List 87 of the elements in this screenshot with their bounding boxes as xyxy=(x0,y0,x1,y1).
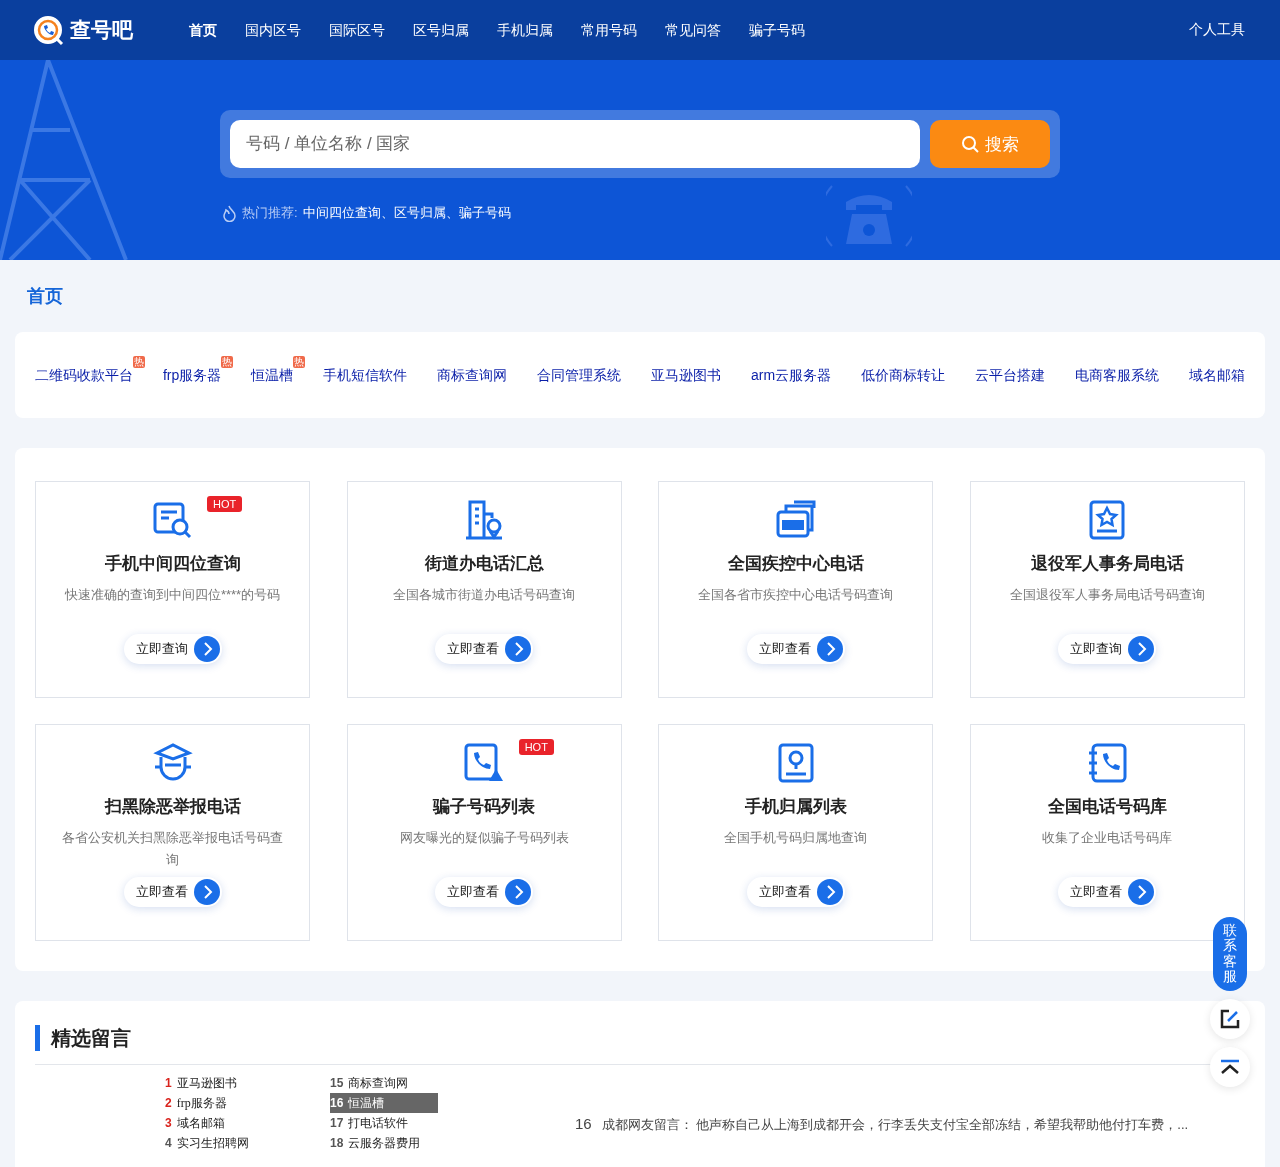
chevron-right-icon xyxy=(505,879,532,905)
service-description: 各省公安机关扫黑除恶举报电话号码查询 xyxy=(61,829,284,869)
ranking-item[interactable]: 16 恒温槽 xyxy=(330,1093,438,1113)
service-title: 退役军人事务局电话 xyxy=(1030,553,1184,575)
partner-link[interactable]: 电商客服系统 xyxy=(1075,366,1159,383)
view-button[interactable]: 立即查看 xyxy=(123,877,222,907)
rank-number: 4 xyxy=(165,1136,172,1150)
ranking-item[interactable]: 3 域名邮箱 xyxy=(165,1113,273,1133)
service-description: 全国各城市街道办电话号码查询 xyxy=(393,586,576,604)
hot-links[interactable]: 中间四位查询、区号归属、骗子号码 xyxy=(302,204,511,222)
chevron-right-icon xyxy=(193,879,220,905)
ranking-item[interactable]: 2 frp服务器 xyxy=(165,1093,273,1113)
ranking-item[interactable]: 17 打电话软件 xyxy=(330,1113,438,1133)
flame-icon xyxy=(222,204,237,222)
rank-number: 15 xyxy=(330,1076,344,1090)
ranking-item[interactable]: 18 云服务器费用 xyxy=(330,1133,438,1153)
site-logo-text[interactable]: 查号吧 xyxy=(70,16,133,44)
rank-number: 3 xyxy=(165,1116,172,1130)
rank-number: 17 xyxy=(330,1116,344,1130)
partner-link[interactable]: frp服务器 xyxy=(162,366,222,383)
view-button[interactable]: 立即查看 xyxy=(746,877,845,907)
nav-link[interactable]: 手机归属 xyxy=(483,0,567,60)
nav-link[interactable]: 国际区号 xyxy=(315,0,399,60)
message-number: 16 xyxy=(575,1114,592,1132)
service-description: 快速准确的查询到中间四位****的号码 xyxy=(64,586,281,604)
rank-number: 2 xyxy=(165,1096,172,1110)
chevron-right-icon xyxy=(1128,636,1155,662)
chevron-right-icon xyxy=(1128,879,1155,905)
service-title: 全国电话号码库 xyxy=(1047,796,1167,818)
view-button[interactable]: 立即查询 xyxy=(1058,634,1157,664)
chevron-right-icon xyxy=(816,879,843,905)
chevron-right-icon xyxy=(816,636,843,662)
nav-link[interactable]: 常用号码 xyxy=(567,0,651,60)
hot-badge: 热 xyxy=(293,355,306,368)
chevron-right-icon xyxy=(193,636,220,662)
partner-link[interactable]: arm云服务器 xyxy=(751,366,832,383)
search-field[interactable]: 号码 / 单位名称 / 国家 xyxy=(230,120,920,168)
partner-link[interactable]: 合同管理系统 xyxy=(537,366,622,383)
service-description: 全国退役军人事务局电话号码查询 xyxy=(1009,586,1205,604)
hot-badge: HOT xyxy=(518,739,554,755)
nav-link[interactable]: 常见问答 xyxy=(651,0,735,60)
message-text[interactable]: 成都网友留言： 他声称自己从上海到成都开会，行李丢失支付宝全部冻结，希望我帮助他付打车费，... xyxy=(601,1116,1189,1132)
service-description: 全国各省市疾控中心电话号码查询 xyxy=(698,586,894,604)
ranking-item[interactable]: 4 实习生招聘网 xyxy=(165,1133,273,1153)
service-description: 网友曝光的疑似骗子号码列表 xyxy=(399,829,569,847)
service-title: 手机归属列表 xyxy=(744,796,847,818)
ranking-item[interactable]: 1 亚马逊图书 xyxy=(165,1073,273,1093)
breadcrumb[interactable]: 首页 xyxy=(27,284,63,308)
partner-link[interactable]: 商标查询网 xyxy=(437,366,508,383)
partner-link[interactable]: 云平台搭建 xyxy=(975,366,1046,383)
chevron-right-icon xyxy=(505,636,532,662)
service-title: 全国疾控中心电话 xyxy=(727,553,864,575)
service-title: 手机中间四位查询 xyxy=(104,553,241,575)
search-icon xyxy=(961,135,979,153)
logo-icon xyxy=(32,14,64,46)
hot-badge: HOT xyxy=(207,496,243,512)
personal-tools-link[interactable]: 个人工具 xyxy=(1189,21,1245,39)
partner-link[interactable]: 亚马逊图书 xyxy=(651,366,722,383)
service-title: 街道办电话汇总 xyxy=(424,553,544,575)
view-button[interactable]: 立即查询 xyxy=(123,634,222,664)
service-description: 收集了企业电话号码库 xyxy=(1042,829,1173,847)
service-description: 全国手机号码归属地查询 xyxy=(724,829,868,847)
rank-number: 16 xyxy=(330,1096,344,1110)
view-button[interactable]: 立即查看 xyxy=(435,634,534,664)
rank-number: 1 xyxy=(165,1076,172,1090)
partner-link[interactable]: 二维码收款平台 xyxy=(35,366,133,383)
edit-icon xyxy=(1220,1008,1240,1029)
partner-link[interactable]: 手机短信软件 xyxy=(323,366,408,383)
nav-link[interactable]: 骗子号码 xyxy=(735,0,819,60)
ranking-item[interactable]: 15 商标查询网 xyxy=(330,1073,438,1093)
contact-service-button[interactable]: 联系客服 xyxy=(1213,917,1247,991)
partner-link[interactable]: 低价商标转让 xyxy=(861,366,946,383)
service-title: 扫黑除恶举报电话 xyxy=(104,796,241,818)
nav-link[interactable]: 首页 xyxy=(175,0,231,60)
view-button[interactable]: 立即查看 xyxy=(746,634,845,664)
back-to-top-icon xyxy=(1220,1058,1240,1075)
hot-label: 热门推荐: xyxy=(242,204,298,222)
hot-badge: 热 xyxy=(133,355,145,368)
nav-link[interactable]: 区号归属 xyxy=(399,0,483,60)
nav-link[interactable]: 国内区号 xyxy=(231,0,315,60)
partner-link[interactable]: 域名邮箱 xyxy=(1188,366,1245,383)
service-title: 骗子号码列表 xyxy=(433,796,536,818)
hot-badge: 热 xyxy=(221,355,234,368)
view-button[interactable]: 立即查看 xyxy=(435,877,534,907)
view-button[interactable]: 立即查看 xyxy=(1058,877,1157,907)
partner-link[interactable]: 恒温槽 xyxy=(251,366,294,383)
rank-number: 18 xyxy=(330,1136,344,1150)
